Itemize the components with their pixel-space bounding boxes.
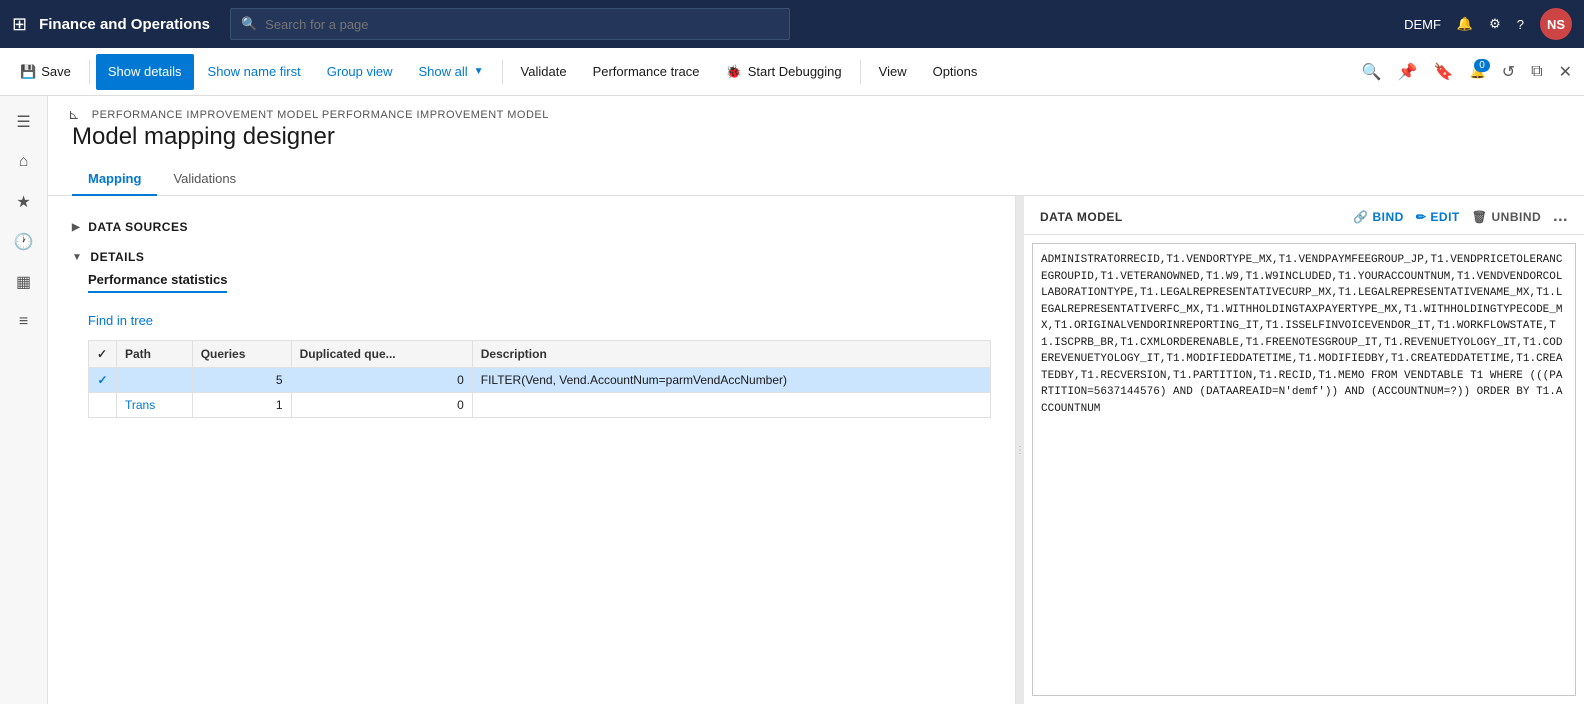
toolbar-separator-3 <box>860 60 861 84</box>
row-path <box>117 368 193 393</box>
col-queries: Queries <box>192 341 291 368</box>
col-check: ✓ <box>89 341 117 368</box>
notification-icon[interactable]: 🔔 <box>1457 16 1473 32</box>
top-nav: ⊞ Finance and Operations 🔍 DEMF 🔔 ⚙ ? NS <box>0 0 1584 48</box>
env-label: DEMF <box>1404 17 1441 32</box>
bookmark-icon[interactable]: 🔖 <box>1430 58 1458 86</box>
tab-validations[interactable]: Validations <box>157 163 252 196</box>
performance-trace-button[interactable]: Performance trace <box>581 54 712 90</box>
body-split: ▶ DATA SOURCES ▼ DETAILS Performance sta… <box>48 196 1584 704</box>
show-details-button[interactable]: Show details <box>96 54 194 90</box>
open-new-icon[interactable]: ⧉ <box>1527 59 1546 85</box>
data-sources-label: DATA SOURCES <box>88 220 188 234</box>
avatar[interactable]: NS <box>1540 8 1572 40</box>
group-view-button[interactable]: Group view <box>315 54 405 90</box>
details-section-header[interactable]: ▼ DETAILS <box>72 242 991 272</box>
save-icon: 💾 <box>20 64 36 80</box>
sidebar-item-modules[interactable]: ≡ <box>6 304 42 340</box>
show-name-first-button[interactable]: Show name first <box>196 54 313 90</box>
row-description <box>472 393 990 418</box>
breadcrumb: PERFORMANCE IMPROVEMENT MODEL PERFORMANC… <box>92 109 549 121</box>
tabs: Mapping Validations <box>48 163 1584 196</box>
data-table: ✓ Path Queries Duplicated que... Descrip… <box>88 340 991 418</box>
perf-stats-label: Performance statistics <box>88 272 227 293</box>
row-queries: 5 <box>192 368 291 393</box>
page-title: Model mapping designer <box>48 123 1584 163</box>
debug-icon: 🐞 <box>726 64 742 80</box>
refresh-icon[interactable]: ↺ <box>1498 58 1519 86</box>
details-toggle-icon: ▼ <box>72 252 82 263</box>
edit-button[interactable]: ✏ Edit <box>1416 210 1460 224</box>
left-sidebar: ☰ ⌂ ★ 🕐 ▦ ≡ <box>0 96 48 704</box>
details-label: DETAILS <box>90 250 144 264</box>
close-icon[interactable]: ✕ <box>1555 58 1576 86</box>
edit-icon: ✏ <box>1416 210 1427 224</box>
layout: ☰ ⌂ ★ 🕐 ▦ ≡ ⊾ PERFORMANCE IMPROVEMENT MO… <box>0 96 1584 704</box>
search-bar: 🔍 <box>230 8 790 40</box>
main-content: ⊾ PERFORMANCE IMPROVEMENT MODEL PERFORMA… <box>48 96 1584 704</box>
sidebar-item-favorites[interactable]: ★ <box>6 184 42 220</box>
badge-count: 0 <box>1474 59 1490 72</box>
sidebar-item-menu[interactable]: ☰ <box>6 104 42 140</box>
bind-button[interactable]: 🔗 Bind <box>1353 210 1404 224</box>
left-panel: ▶ DATA SOURCES ▼ DETAILS Performance sta… <box>48 196 1016 704</box>
col-path: Path <box>117 341 193 368</box>
unbind-button[interactable]: 🗑 Unbind <box>1472 210 1541 224</box>
row-check[interactable]: ✓ <box>89 368 117 393</box>
data-model-actions: 🔗 Bind ✏ Edit 🗑 Unbind ... <box>1353 208 1568 226</box>
pin-icon[interactable]: 📌 <box>1394 58 1422 86</box>
sidebar-item-recent[interactable]: 🕐 <box>6 224 42 260</box>
data-model-header: DATA MODEL 🔗 Bind ✏ Edit 🗑 Unbind <box>1024 196 1584 235</box>
toolbar: 💾 Save Show details Show name first Grou… <box>0 48 1584 96</box>
tab-mapping[interactable]: Mapping <box>72 163 157 196</box>
save-button[interactable]: 💾 Save <box>8 54 83 90</box>
settings-icon[interactable]: ⚙ <box>1489 16 1501 32</box>
row-description: FILTER(Vend, Vend.AccountNum=parmVendAcc… <box>472 368 990 393</box>
bind-icon: 🔗 <box>1353 210 1368 224</box>
top-nav-right: DEMF 🔔 ⚙ ? NS <box>1404 8 1572 40</box>
row-check[interactable] <box>89 393 117 418</box>
table-row[interactable]: ✓ 5 0 FILTER(Vend, Vend.AccountNum=parmV… <box>89 368 991 393</box>
start-debugging-button[interactable]: 🐞 Start Debugging <box>714 54 854 90</box>
table-row[interactable]: Trans 1 0 <box>89 393 991 418</box>
sidebar-item-home[interactable]: ⌂ <box>6 144 42 180</box>
sql-text-area[interactable]: ADMINISTRATORRECID,T1.VENDORTYPE_MX,T1.V… <box>1032 243 1576 696</box>
row-queries: 1 <box>192 393 291 418</box>
row-duplicated: 0 <box>291 393 472 418</box>
toolbar-right-icons: 🔍 📌 🔖 🔔 0 ↺ ⧉ ✕ <box>1358 58 1576 86</box>
find-in-tree-link[interactable]: Find in tree <box>88 313 153 328</box>
data-model-title: DATA MODEL <box>1040 210 1123 224</box>
row-path: Trans <box>117 393 193 418</box>
sidebar-item-workspaces[interactable]: ▦ <box>6 264 42 300</box>
right-panel: DATA MODEL 🔗 Bind ✏ Edit 🗑 Unbind <box>1024 196 1584 704</box>
grid-icon[interactable]: ⊞ <box>12 14 27 35</box>
col-duplicated: Duplicated que... <box>291 341 472 368</box>
show-all-button[interactable]: Show all ▼ <box>407 54 496 90</box>
panel-divider[interactable]: ⋮ <box>1016 196 1024 704</box>
col-description: Description <box>472 341 990 368</box>
toolbar-separator-1 <box>89 60 90 84</box>
search-toolbar-icon[interactable]: 🔍 <box>1358 58 1386 86</box>
view-button[interactable]: View <box>867 54 919 90</box>
more-button[interactable]: ... <box>1553 208 1568 226</box>
data-sources-toggle-icon: ▶ <box>72 222 80 233</box>
details-content: Performance statistics Find in tree ✓ Pa… <box>72 272 991 418</box>
search-icon: 🔍 <box>241 16 257 32</box>
show-all-arrow-icon: ▼ <box>474 66 484 77</box>
options-button[interactable]: Options <box>921 54 990 90</box>
help-icon[interactable]: ? <box>1517 17 1524 32</box>
badge-icon: 🔔 0 <box>1466 59 1490 85</box>
row-duplicated: 0 <box>291 368 472 393</box>
unbind-icon: 🗑 <box>1472 210 1488 224</box>
validate-button[interactable]: Validate <box>509 54 579 90</box>
data-sources-section-header[interactable]: ▶ DATA SOURCES <box>72 212 991 242</box>
app-title: Finance and Operations <box>39 16 210 33</box>
filter-icon[interactable]: ⊾ <box>68 106 80 123</box>
toolbar-separator-2 <box>502 60 503 84</box>
search-input[interactable] <box>265 17 779 32</box>
